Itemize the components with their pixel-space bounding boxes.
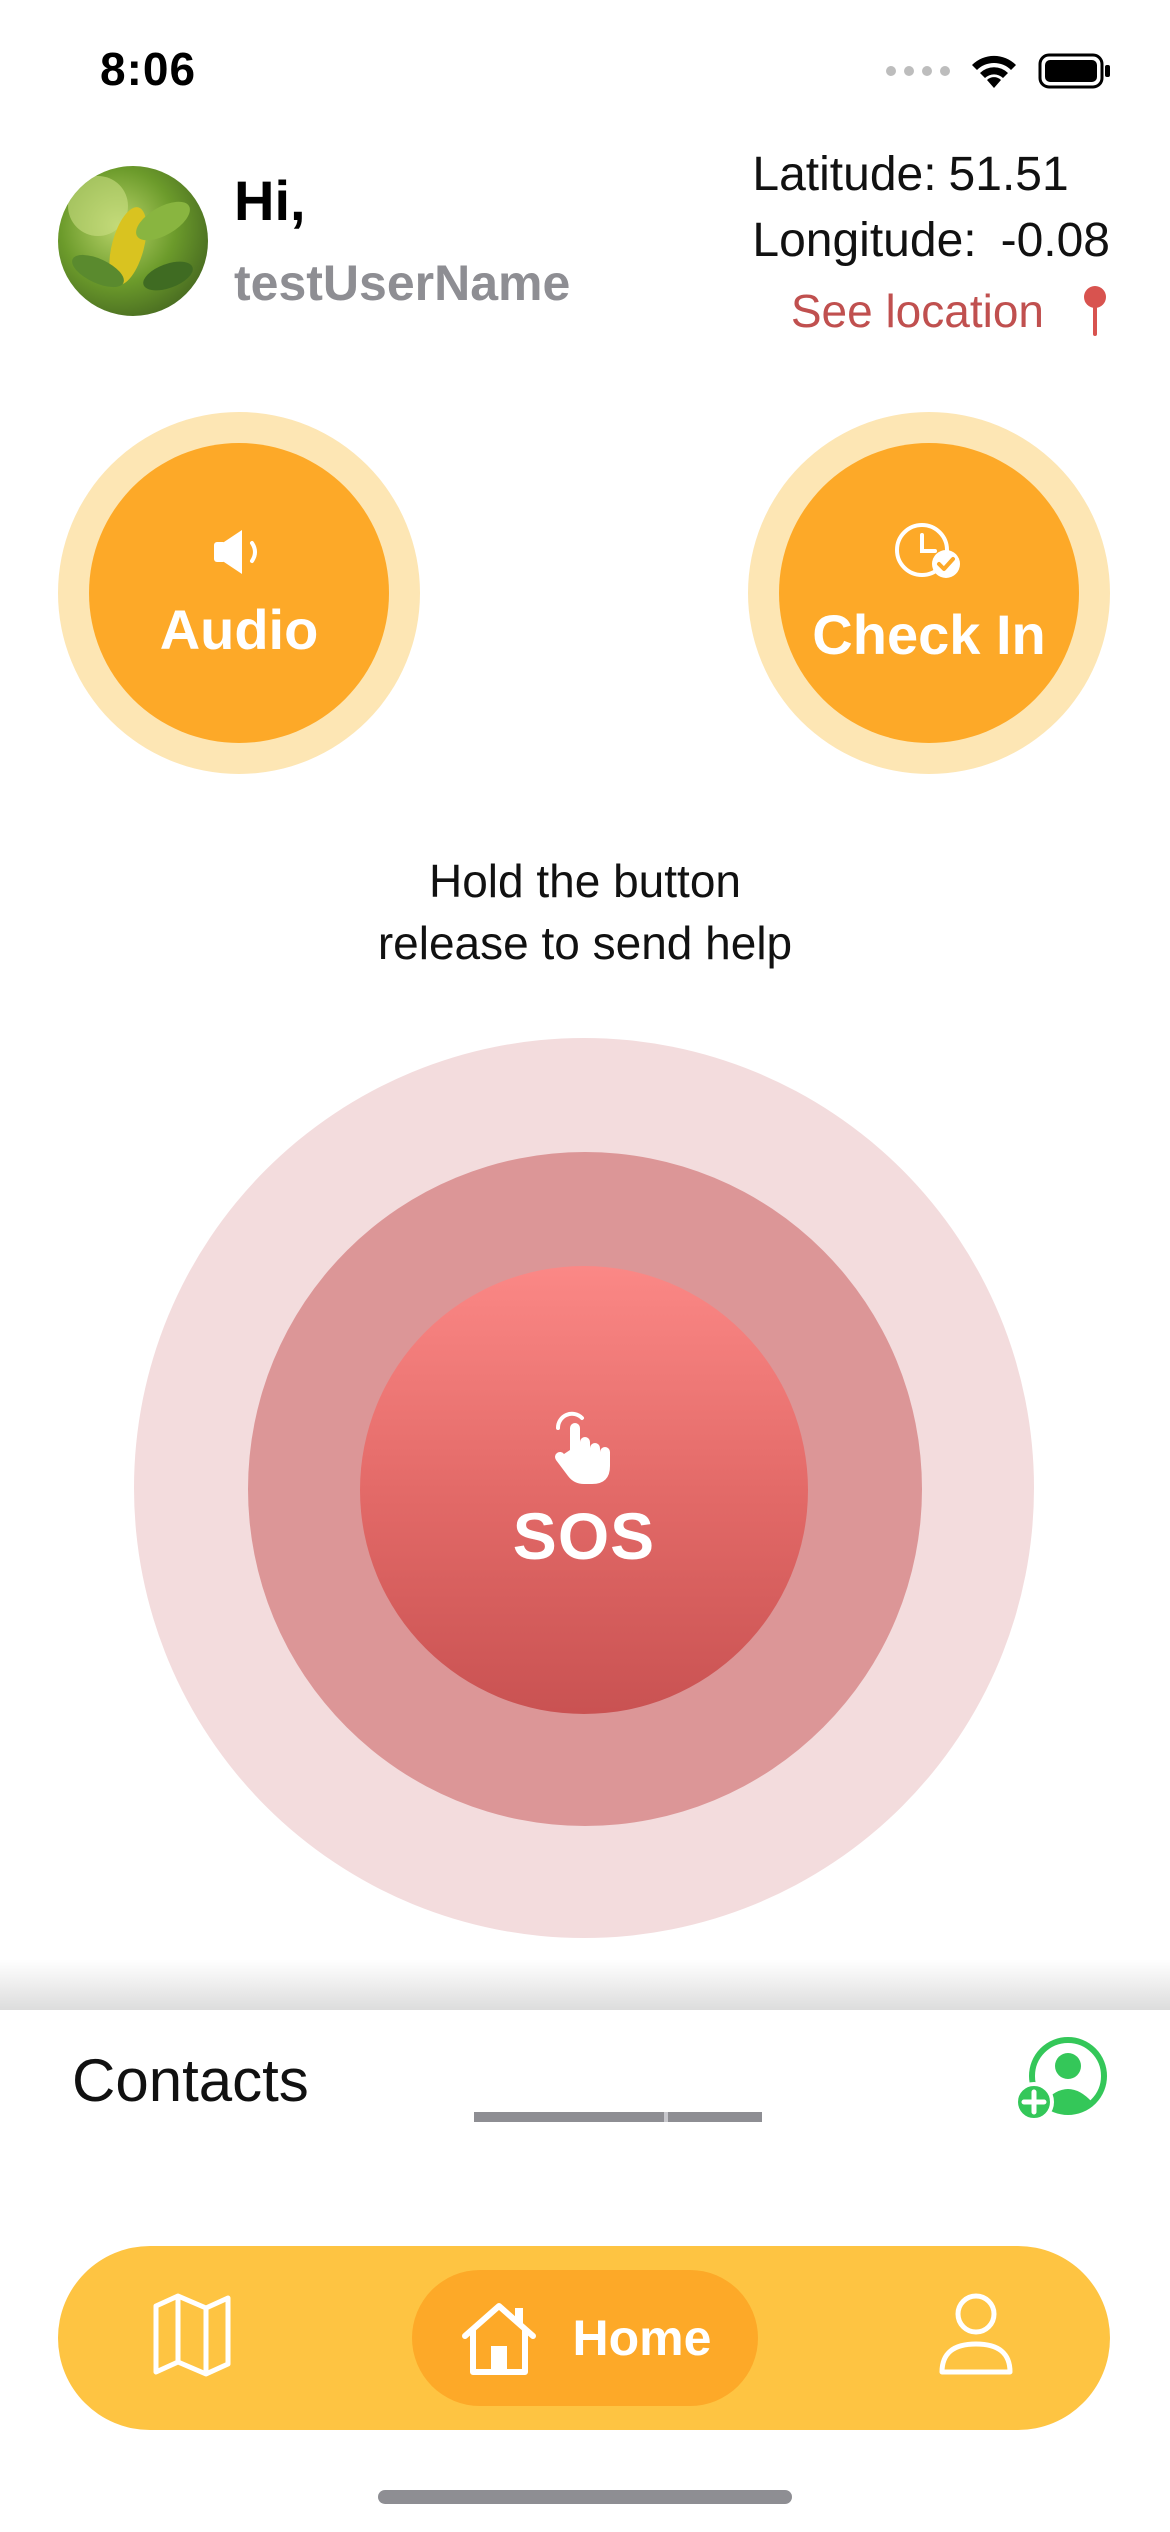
sheet-shadow [0, 1960, 1170, 2012]
username: testUserName [234, 255, 571, 311]
home-indicator[interactable] [378, 2490, 792, 2504]
longitude-value: -0.08 [1000, 214, 1110, 267]
sos-label: SOS [512, 1499, 656, 1573]
house-icon [461, 2303, 536, 2375]
coordinates: Latitude: 51.51 Longitude: -0.08 [752, 142, 1110, 274]
wifi-icon [972, 55, 1016, 88]
audio-button-ring: Audio [58, 412, 420, 774]
tab-profile[interactable] [936, 2290, 1016, 2380]
latitude-value: 51.51 [948, 148, 1069, 201]
see-location-link[interactable]: See location [791, 284, 1110, 338]
tab-home[interactable]: Home [412, 2270, 758, 2406]
greeting: Hi, [234, 169, 306, 232]
checkin-button-ring: Check In [748, 412, 1110, 774]
longitude-row: Longitude: -0.08 [752, 208, 1110, 274]
contacts-title: Contacts [72, 2047, 309, 2114]
add-person-icon [1014, 2037, 1107, 2122]
tab-map[interactable] [150, 2290, 234, 2380]
add-contact-button[interactable] [1014, 2036, 1114, 2126]
instruction-line-1: Hold the button [428, 855, 741, 907]
sheet-grabber[interactable] [474, 2112, 762, 2122]
map-pin-icon [1084, 286, 1106, 336]
battery-icon [1038, 53, 1110, 89]
clock-check-icon [895, 522, 960, 578]
cellular-signal-icon [886, 66, 950, 76]
tab-home-label: Home [572, 2310, 712, 2366]
see-location-label: See location [790, 285, 1044, 337]
avatar-photo [68, 176, 193, 291]
longitude-label: Longitude: [752, 214, 977, 267]
person-icon [939, 2293, 1013, 2375]
checkin-button[interactable]: Check In [779, 443, 1079, 743]
status-icons [886, 52, 1112, 90]
speaker-icon [214, 529, 257, 574]
hand-tap-icon [555, 1411, 610, 1484]
audio-button[interactable]: Audio [89, 443, 389, 743]
latitude-label: Latitude: [752, 148, 937, 201]
avatar[interactable] [58, 166, 208, 316]
map-icon [153, 2293, 231, 2377]
audio-label: Audio [159, 597, 319, 661]
latitude-row: Latitude: 51.51 [752, 142, 1110, 208]
instruction-line-2: release to send help [377, 917, 793, 969]
sos-button[interactable]: SOS [360, 1266, 808, 1714]
status-time: 8:06 [100, 43, 197, 95]
sos-instruction: Hold the button release to send help [0, 850, 1170, 974]
checkin-label: Check In [812, 602, 1046, 666]
